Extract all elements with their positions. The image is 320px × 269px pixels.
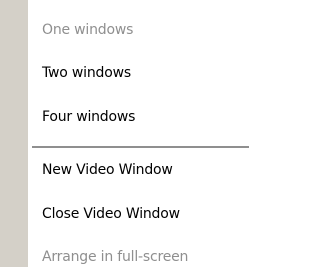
menu-item-close-video-window[interactable]: Close Video Window xyxy=(42,202,180,226)
menu-separator xyxy=(32,146,249,148)
menu-item-four-windows[interactable]: Four windows xyxy=(42,105,135,129)
menu-item-one-windows: One windows xyxy=(42,22,134,38)
menu-item-new-video-window[interactable]: New Video Window xyxy=(42,158,173,182)
menu-icon-gutter xyxy=(0,0,28,267)
menu-item-two-windows[interactable]: Two windows xyxy=(42,61,131,85)
menu-item-arrange-full-screen: Arrange in full-screen xyxy=(42,249,189,265)
context-menu: One windows Two windows Four windows New… xyxy=(0,0,249,267)
